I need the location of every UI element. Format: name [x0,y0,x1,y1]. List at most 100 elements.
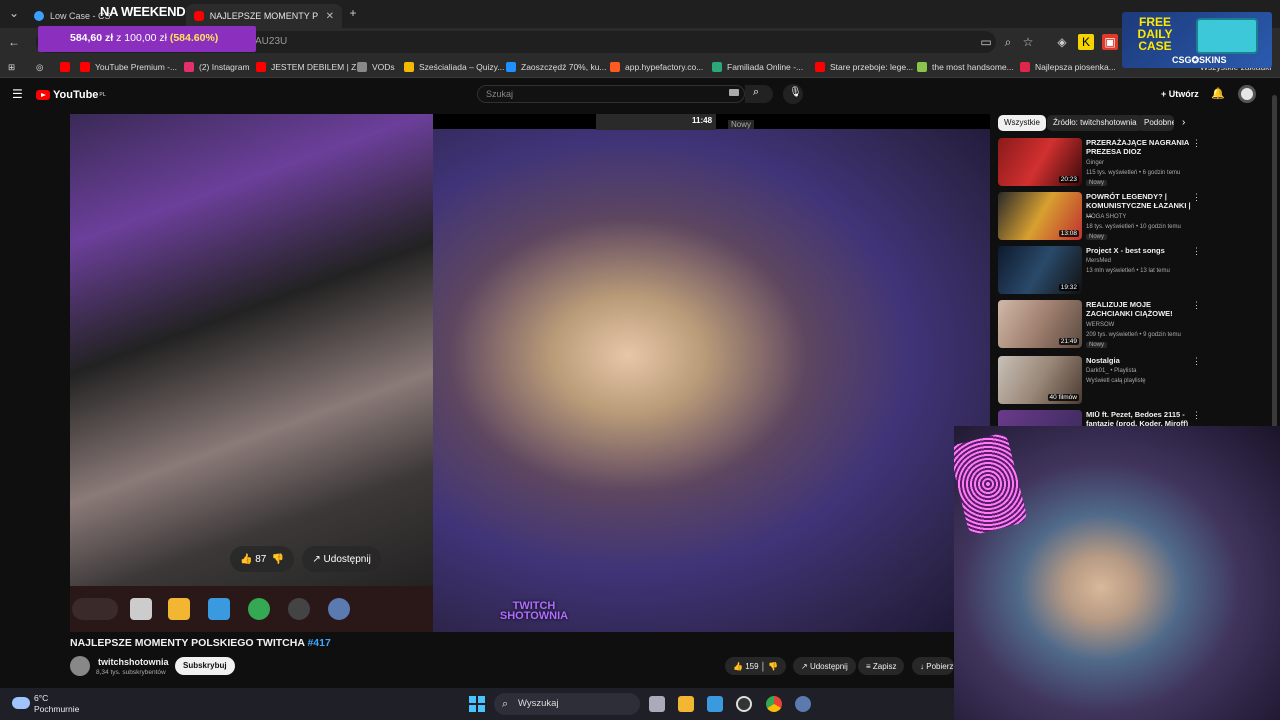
weather-description[interactable]: Pochmurnie [34,704,79,714]
task-view-icon[interactable] [649,696,665,712]
cast-icon[interactable]: ▭ [978,34,994,50]
bookmark-item[interactable]: Stare przeboje: lege... [815,60,913,74]
bookmark-item[interactable]: app.hypefactory.co... [610,60,703,74]
more-options-icon[interactable]: ⋮ [1192,410,1201,421]
bookmark-item[interactable]: (2) Instagram [184,60,250,74]
save-icon: ≡ [866,661,871,671]
more-options-icon[interactable]: ⋮ [1192,138,1201,149]
extension-icon[interactable]: ◈ [1054,34,1070,50]
bookmark-favicon-icon [357,62,367,72]
promo-weekend-banner[interactable]: 584,60 zł z 100,00 zł (584.60%) [38,26,256,52]
recommendation-meta: 18 tys. wyświetleń • 10 godzin temu [1086,224,1181,230]
bookmark-item[interactable]: VODs [357,60,395,74]
apps-icon[interactable]: ⊞ [8,60,15,74]
promo-free-case-banner[interactable]: FREE DAILY CASE CSG✪SKINS [1122,12,1272,68]
bookmark-item[interactable]: Zaoszczędź 70%, ku... [506,60,607,74]
bookmark-item[interactable]: Najlepsza piosenka... [1020,60,1116,74]
windows-taskbar: 6°C Pochmurnie ⌕ Wyszukaj [0,688,954,720]
chip-source[interactable]: Źródło: twitchshotownia [1047,115,1143,131]
recommendation-item[interactable]: 20:23 PRZERAŻAJĄCE NAGRANIA PREZESA DIOZ… [998,138,1204,186]
steam-icon[interactable] [795,696,811,712]
recommendation-channel: WERSOW [1086,322,1115,328]
more-options-icon[interactable]: ⋮ [1192,356,1201,367]
windows-start-icon[interactable] [469,696,485,712]
close-tab-icon[interactable]: ✕ [326,11,334,22]
promo-percent: (584.60%) [169,32,219,44]
promo-weekend-text: 584,60 zł z 100,00 zł (584.60%) [70,32,260,44]
subscribe-button[interactable]: Subskrybuj [175,657,235,675]
twitch-shotownia-logo: TWITCH SHOTOWNIA [499,600,569,622]
recommendation-item[interactable]: 13:08 POWRÓT LEGENDY? | KOMUNISTYCZNE ŁA… [998,192,1204,240]
voice-search-button[interactable]: 🎙 [783,84,803,104]
video-thumbnail: 21:49 [998,300,1082,348]
cloud-icon[interactable] [12,697,30,709]
obs-icon[interactable] [736,696,752,712]
promo-brand: CSG✪SKINS [1172,55,1227,65]
create-button[interactable]: + Utwórz [1155,85,1205,103]
download-button[interactable]: ↓ Pobierz [912,657,954,675]
bookmark-favicon-icon [506,62,516,72]
menu-icon[interactable]: ☰ [12,87,23,101]
bookmark-chrome-icon[interactable]: ◎ [36,60,43,74]
youtube-logo[interactable]: YouTube PL [36,89,106,101]
chrome-icon[interactable] [766,696,782,712]
like-button[interactable]: 👍 159 │ 👎 [725,657,786,675]
case-box-icon [1196,18,1258,54]
video-player[interactable]: 11:48 Nowy 👍 87 👎 ↗ Udostępnij TWITCH SH… [70,114,990,632]
chip-similar[interactable]: Podobne [1138,115,1174,131]
bookmark-favicon-icon [610,62,620,72]
recommendation-channel: MOGA SHOTY [1086,214,1127,220]
bookmark-item[interactable]: JESTEM DEBILEM | Z... [256,60,363,74]
promo-free-case-title: FREE DAILY CASE [1137,15,1173,53]
extension-k-icon[interactable]: K [1078,34,1094,50]
notifications-icon[interactable]: 🔔 [1210,86,1226,102]
back-icon[interactable]: ← [6,34,22,50]
video-thumbnail: 20:23 [998,138,1082,186]
chip-all[interactable]: Wszystkie [998,115,1046,131]
share-button[interactable]: ↗ Udostępnij [793,657,856,675]
keyboard-icon[interactable] [729,89,739,96]
bookmark-youtube-icon[interactable] [60,60,75,74]
new-tab-icon[interactable]: + [345,5,361,21]
promo-weekend-title: NA WEEKEND [100,4,186,19]
inner-folder-icon [168,598,190,620]
save-button[interactable]: ≡ Zapisz [858,657,905,675]
bookmark-item[interactable]: YouTube Premium -... [80,60,177,74]
recommendation-title: REALIZUJE MOJE ZACHCIANKI CIĄŻOWE! [1086,300,1173,318]
video-title: NAJLEPSZE MOMENTY POLSKIEGO TWITCHA #417 [70,637,331,649]
file-explorer-icon[interactable] [678,696,694,712]
store-icon[interactable] [707,696,723,712]
recommendation-title: Project X - best songs [1086,246,1165,255]
download-icon: ↓ [920,661,924,671]
player-inner-controls: 👍 87 👎 ↗ Udostępnij [230,546,381,572]
new-badge: Nowy [1086,180,1108,186]
tab-youtube[interactable]: NAJLEPSZE MOMENTY POLSKIE ✕ [186,4,342,28]
account-avatar[interactable] [1238,85,1256,103]
zoom-icon[interactable]: ⌕ [1000,34,1016,50]
episode-link[interactable]: #417 [307,637,330,649]
bookmark-item[interactable]: Familiada Online -... [712,60,803,74]
bookmark-star-icon[interactable]: ☆ [1020,34,1036,50]
bookmark-favicon-icon [404,62,414,72]
recommendation-item[interactable]: 19:32 Project X - best songs MersMed 13 … [998,246,1204,294]
recommendation-item[interactable]: 40 filmów Nostalgia Dark01_ • Playlista … [998,356,1204,404]
new-badge: Nowy [1086,342,1108,348]
bookmark-item[interactable]: Sześcialiada – Quizy... [404,60,504,74]
inner-obs-icon [288,598,310,620]
search-button[interactable]: ⌕ [745,85,773,103]
channel-avatar[interactable] [70,656,90,676]
search-icon: ⌕ [753,86,760,98]
chevron-right-icon[interactable]: › [1182,117,1185,128]
tab-search-icon[interactable]: ⌄ [6,5,22,21]
bookmark-item[interactable]: the most handsome... [917,60,1014,74]
taskbar-search[interactable]: ⌕ Wyszukaj [494,693,640,715]
recommendation-item[interactable]: 21:49 REALIZUJE MOJE ZACHCIANKI CIĄŻOWE!… [998,300,1204,348]
search-input[interactable]: Szukaj [477,85,745,103]
more-options-icon[interactable]: ⋮ [1192,246,1201,257]
bookmark-favicon-icon [712,62,722,72]
channel-name[interactable]: twitchshotownia [98,657,169,667]
weather-temperature[interactable]: 6°C [34,693,48,703]
more-options-icon[interactable]: ⋮ [1192,192,1201,203]
more-options-icon[interactable]: ⋮ [1192,300,1201,311]
extension-red-icon[interactable]: ▣ [1102,34,1118,50]
